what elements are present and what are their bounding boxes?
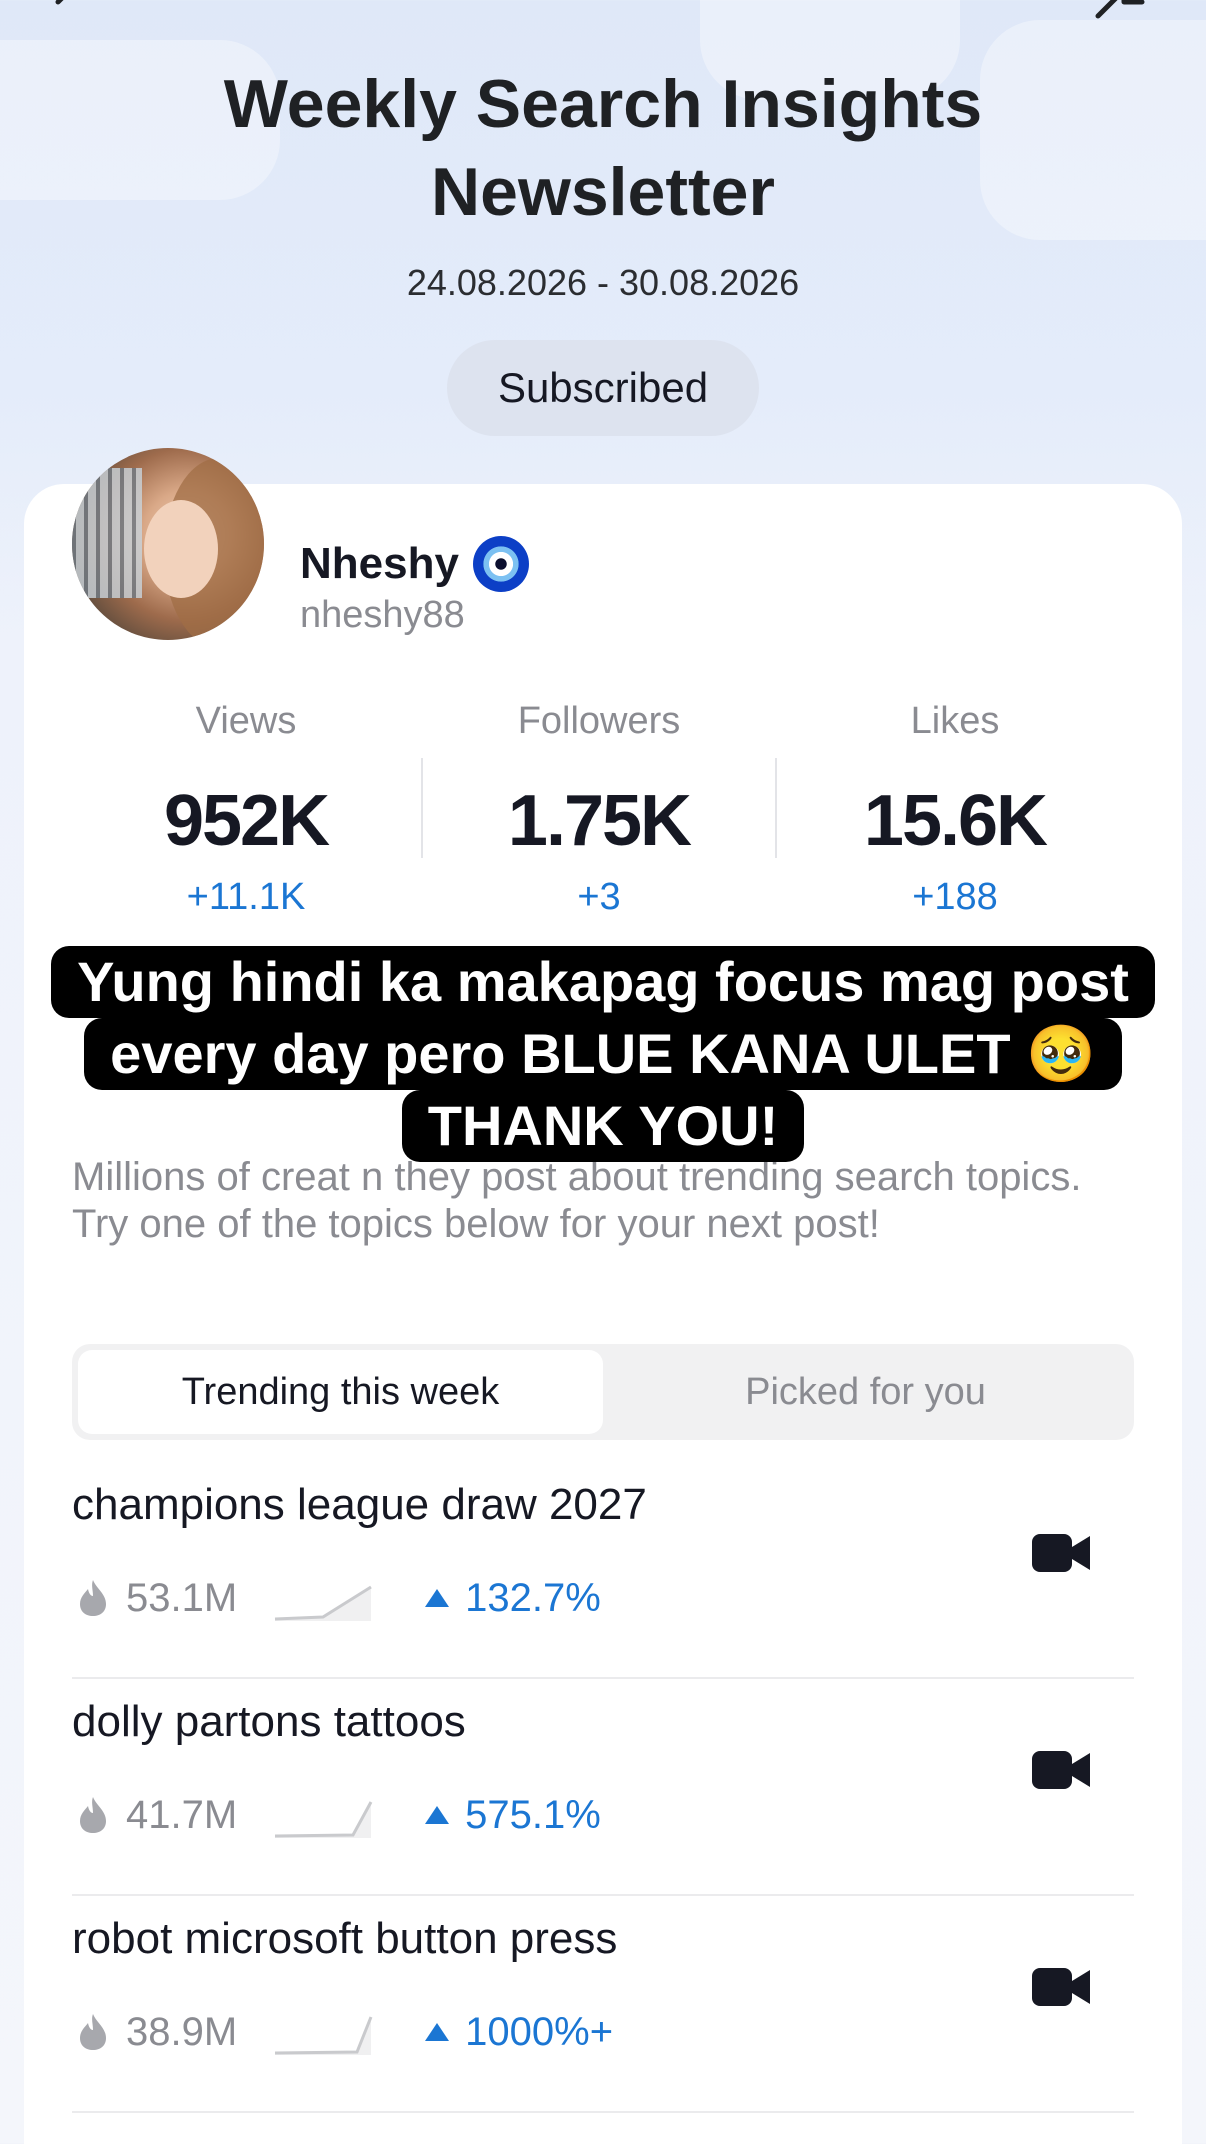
topic-title: robot microsoft button press	[72, 1914, 618, 1963]
topic-growth: 575.1%	[465, 1792, 601, 1837]
profile-handle: nheshy88	[300, 594, 465, 636]
flame-icon	[80, 1797, 106, 1833]
page-title: Weekly Search Insights Newsletter	[223, 66, 983, 230]
topic-title: dolly partons tattoos	[72, 1697, 466, 1746]
stat-divider	[421, 758, 423, 858]
topic-meta: 53.1M 132.7%	[72, 1568, 601, 1628]
nazar-amulet-icon	[472, 536, 529, 592]
caption-line: THANK YOU!	[401, 1090, 805, 1162]
video-caption-overlay: Yung hindi ka makapag focus mag post eve…	[0, 946, 1206, 1162]
topic-volume: 41.7M	[126, 1792, 238, 1837]
caption-line: every day pero BLUE KANA ULET 🥹	[84, 1018, 1122, 1090]
section-description: Millions of creat n they post about tren…	[72, 1155, 1082, 1246]
video-camera-icon[interactable]	[1030, 1964, 1092, 2010]
topic-growth: 132.7%	[465, 1575, 601, 1620]
stat-delta: +11.1K	[186, 876, 306, 918]
back-arrow-icon[interactable]	[48, 0, 88, 20]
flame-icon	[80, 1580, 106, 1616]
list-item[interactable]: dolly partons tattoos 41.7M 575.1%	[72, 1679, 1134, 1896]
stat-divider	[775, 758, 777, 858]
stat-value: 952K	[163, 781, 330, 861]
stat-label: Followers	[517, 700, 681, 742]
topic-volume: 38.9M	[126, 2009, 238, 2054]
share-icon[interactable]	[1094, 0, 1146, 20]
stat-views: Views 952K +11.1K	[76, 700, 416, 919]
topic-title: champions league draw 2027	[72, 1480, 647, 1529]
trend-up-icon	[425, 1589, 450, 1607]
topic-tabs: Trending this week Picked for you	[72, 1344, 1134, 1440]
list-item[interactable]: champions league draw 2027 53.1M 132.7%	[72, 1462, 1134, 1679]
sparkline-icon	[275, 2016, 373, 2055]
stat-likes: Likes 15.6K +188	[785, 700, 1125, 919]
list-item[interactable]: robot microsoft button press 38.9M 1000%…	[72, 1896, 1134, 2113]
caption-line: Yung hindi ka makapag focus mag post	[51, 946, 1155, 1018]
tab-picked-for-you[interactable]: Picked for you	[603, 1350, 1128, 1434]
topic-meta: 38.9M 1000%+	[72, 2002, 613, 2062]
profile-name-label: Nheshy	[300, 539, 459, 588]
topic-volume: 53.1M	[126, 1575, 238, 1620]
subscribed-button[interactable]: Subscribed	[447, 340, 759, 436]
stat-label: Likes	[910, 700, 1000, 742]
stat-value: 1.75K	[507, 781, 692, 861]
stat-delta: +188	[912, 876, 998, 918]
sparkline-icon	[275, 1585, 372, 1621]
trend-up-icon	[425, 1806, 450, 1824]
topic-growth: 1000%+	[465, 2009, 614, 2054]
stat-label: Views	[195, 700, 297, 742]
flame-icon	[80, 2014, 106, 2050]
stat-delta: +3	[577, 876, 621, 918]
tab-trending-this-week[interactable]: Trending this week	[78, 1350, 603, 1434]
topic-meta: 41.7M 575.1%	[72, 1785, 601, 1845]
date-range: 24.08.2026 - 30.08.2026	[406, 262, 800, 303]
stat-followers: Followers 1.75K +3	[429, 700, 769, 919]
trend-up-icon	[425, 2023, 450, 2041]
profile-name: Nheshy	[300, 536, 529, 592]
video-camera-icon[interactable]	[1030, 1747, 1092, 1793]
topic-list: champions league draw 2027 53.1M 132.7% …	[72, 1462, 1134, 2113]
avatar[interactable]	[72, 448, 264, 640]
video-camera-icon[interactable]	[1030, 1530, 1092, 1576]
stat-value: 15.6K	[863, 781, 1048, 861]
sparkline-icon	[275, 1801, 373, 1838]
